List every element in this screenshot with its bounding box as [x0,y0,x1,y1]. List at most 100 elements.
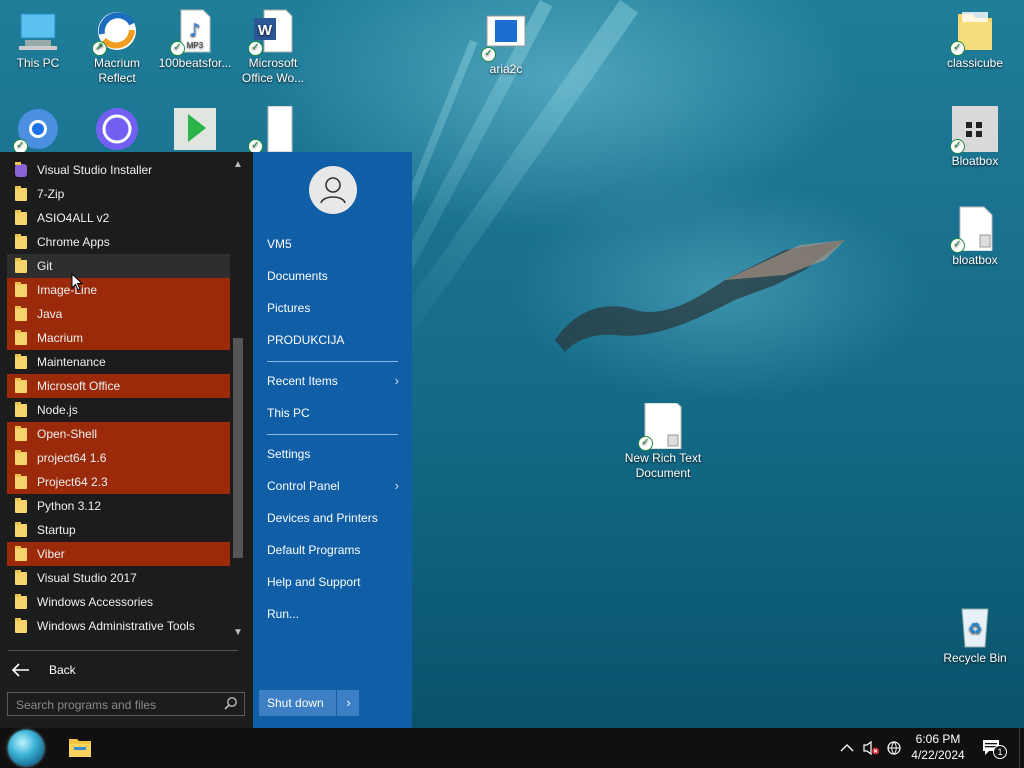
program-item[interactable]: Startup [7,518,230,542]
network-icon[interactable] [886,740,904,756]
diver-silhouette [555,240,845,352]
volume-muted-icon[interactable] [862,740,880,756]
programs-scrollbar[interactable]: ▲ ▼ [230,158,246,640]
start-menu-item-label: Default Programs [267,543,361,557]
program-item[interactable]: Python 3.12 [7,494,230,518]
program-item[interactable]: Visual Studio 2017 [7,566,230,590]
program-item[interactable]: project64 1.6 [7,446,230,470]
program-item[interactable]: Git [7,254,230,278]
start-menu-item-label: Settings [267,447,311,461]
program-item[interactable]: Maintenance [7,350,230,374]
svg-text:♻: ♻ [968,619,982,638]
sync-check-icon: ✓ [481,47,496,62]
desktop-icon-word[interactable]: W ✓ Microsoft Office Wo... [235,8,311,86]
start-menu-item[interactable]: Settings [267,443,399,465]
folder-icon [15,306,27,321]
show-desktop-button[interactable] [1019,728,1024,768]
user-avatar[interactable] [309,166,357,214]
svg-text:MP3: MP3 [187,41,204,50]
program-item-label: ASIO4ALL v2 [37,211,110,225]
shutdown-options-chevron-icon[interactable]: › [336,690,360,716]
start-menu-places-panel: VM5 Documents Pictures PRODUKCIJA Recent Ite… [253,152,412,728]
desktop-icon-this-pc[interactable]: This PC [0,8,76,71]
desktop-icon-label: Macrium Reflect [93,56,140,85]
program-item[interactable]: Node.js [7,398,230,422]
action-center-button[interactable]: 1 [982,738,1007,759]
program-item[interactable]: Image-Line [7,278,230,302]
start-menu-item[interactable]: Run... [267,603,399,625]
start-menu-item[interactable]: Devices and Printers [267,507,399,529]
desktop-icon-bloatbox-file[interactable]: ✓ bloatbox [937,205,1013,268]
desktop-icon-new-rich-text[interactable]: ✓ New Rich Text Document [620,402,706,481]
program-item[interactable]: Java [7,302,230,326]
folder-icon [15,474,27,489]
desktop-icon-bloatbox-app[interactable]: ✓ Bloatbox [937,106,1013,169]
desktop-icon-viber[interactable] [79,106,155,154]
start-menu-item[interactable]: Control Panel › [267,475,399,497]
desktop-icon-label: bloatbox [952,253,998,267]
folder-icon [15,234,27,249]
program-item[interactable]: Microsoft Office [7,374,230,398]
start-menu-item-label: Recent Items [267,374,338,388]
bloatbox-icon: ✓ [950,106,998,154]
program-item[interactable]: Windows Administrative Tools [7,614,230,638]
program-item[interactable]: Macrium [7,326,230,350]
submenu-chevron-icon: › [394,478,399,493]
desktop-icon-mp3[interactable]: ♪ MP3 ✓ 100beatsfor... [157,8,233,71]
desktop-icon-mp3-player[interactable] [157,106,233,154]
program-item-label: Git [37,259,53,273]
folder-icon [15,378,27,393]
program-item-label: Startup [37,523,76,537]
shutdown-button[interactable]: Shut down › [259,690,359,716]
search-input[interactable] [14,696,218,714]
folder-icon: ✓ [950,8,998,56]
system-clock[interactable]: 6:06 PM 4/22/2024 [906,731,970,763]
program-item[interactable]: Viber [7,542,230,566]
program-item[interactable]: Visual Studio Installer [7,158,230,182]
program-item-label: Windows Accessories [37,595,154,609]
desktop-icon-recycle-bin[interactable]: ♻ Recycle Bin [937,603,1013,666]
start-menu-item[interactable]: Help and Support [267,571,399,593]
program-item[interactable]: Project64 2.3 [7,470,230,494]
back-button[interactable]: Back [8,658,238,682]
folder-icon [15,258,27,273]
divider [267,361,398,362]
program-item[interactable]: Open-Shell [7,422,230,446]
start-menu-item[interactable]: PRODUKCIJA [267,329,399,351]
start-menu-item[interactable]: Pictures [267,297,399,319]
program-item-label: Project64 2.3 [37,475,108,489]
shortcut-arrow-icon: ↗ [92,41,107,56]
folder-icon [15,330,27,345]
visual-studio-installer-icon [15,162,27,177]
show-hidden-icons-chevron-icon[interactable] [840,741,854,755]
start-menu-item[interactable]: Documents [267,265,399,287]
desktop-icon-chrome[interactable]: ✓ [0,106,76,154]
desktop-icon-macrium-reflect[interactable]: ↗ Macrium Reflect [79,8,155,86]
file-explorer-taskbar-icon[interactable] [68,736,92,758]
start-button[interactable] [8,730,44,766]
scroll-up-arrow-icon[interactable]: ▲ [230,158,246,172]
desktop-icon-classicube[interactable]: ✓ classicube [937,8,1013,71]
folder-icon [15,186,27,201]
divider [267,434,398,435]
scrollbar-thumb[interactable] [233,338,243,558]
desktop-icon-label: aria2c [489,62,523,76]
start-menu-item[interactable]: VM5 [267,233,399,255]
start-menu-item-label: Run... [267,607,300,621]
program-item[interactable]: Chrome Apps [7,230,230,254]
program-item-label: Microsoft Office [37,379,121,393]
scroll-down-arrow-icon[interactable]: ▼ [230,626,246,640]
program-item[interactable]: Windows Accessories [7,590,230,614]
start-menu-item[interactable]: This PC [267,402,399,424]
start-menu-item[interactable]: Default Programs [267,539,399,561]
text-file-icon: ✓ [950,205,998,253]
desktop-icon-aria2c[interactable]: ✓ aria2c [468,14,544,77]
program-item-label: Viber [37,547,65,561]
word-document-icon: W ✓ [248,8,296,56]
start-menu-item[interactable]: Recent Items › [267,370,399,392]
search-icon[interactable] [224,696,238,710]
search-box[interactable] [7,692,245,716]
program-item[interactable]: 7-Zip [7,182,230,206]
program-item[interactable]: ASIO4ALL v2 [7,206,230,230]
desktop-icon-document[interactable]: ✓ [235,105,311,154]
